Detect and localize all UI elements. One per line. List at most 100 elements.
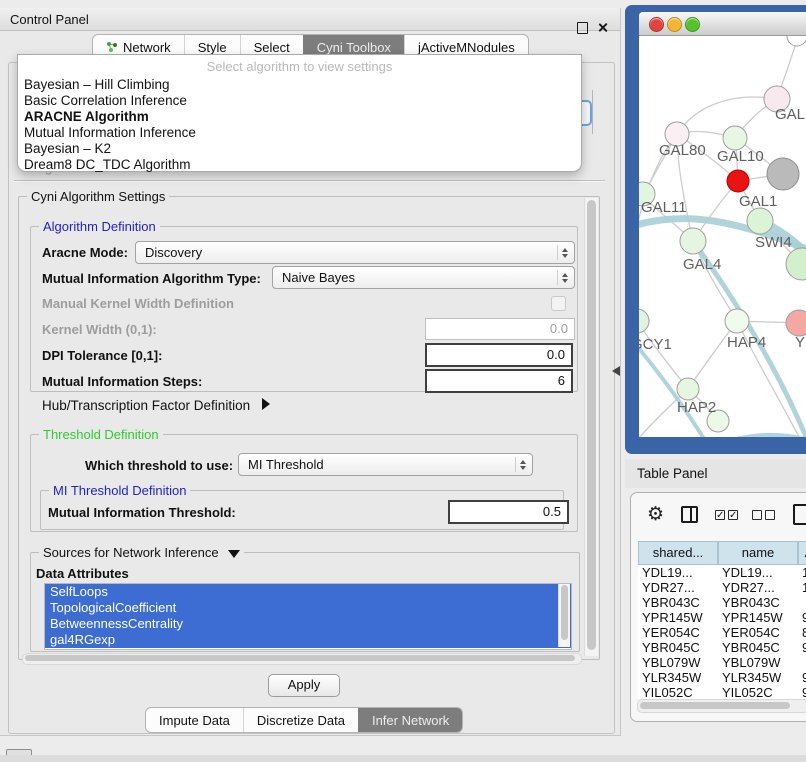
table-cell: YDR27...	[722, 580, 796, 595]
table-cell: YBR045C	[642, 640, 716, 655]
table-row[interactable]: YBR043CYBR043C	[638, 595, 806, 610]
node-swi4-right[interactable]	[786, 248, 806, 280]
table-cell: YBL079W	[722, 655, 796, 670]
settings-hscrollbar-thumb[interactable]	[25, 655, 575, 661]
tab-label: Cyni Toolbox	[317, 40, 391, 55]
node-gcy1[interactable]	[639, 309, 649, 333]
node-salmon[interactable]	[786, 310, 806, 336]
attribute-item-topologicalcoefficient[interactable]: TopologicalCoefficient	[45, 600, 571, 616]
tab-infer-network[interactable]: Infer Network	[358, 708, 462, 732]
gear-icon[interactable]: ⚙	[647, 505, 664, 524]
column-header-name[interactable]: name	[718, 541, 798, 565]
network-edge-highlight[interactable]	[679, 436, 806, 437]
algorithm-option-mutual-information-inference[interactable]: Mutual Information Inference	[18, 125, 581, 141]
algorithm-option-aracne-algorithm[interactable]: ARACNE Algorithm	[18, 109, 581, 125]
column-header-shared[interactable]: shared...	[638, 541, 718, 565]
node-top-right[interactable]	[787, 36, 806, 46]
node-hap4[interactable]	[725, 309, 749, 333]
manual-kernel-checkbox[interactable]	[551, 296, 566, 311]
table-row[interactable]: YDL19...YDL19...13	[638, 565, 806, 580]
algorithm-option-bayesian-hill-climbing[interactable]: Bayesian – Hill Climbing	[18, 77, 581, 93]
table-hscrollbar[interactable]	[637, 699, 806, 713]
node-red[interactable]	[727, 170, 749, 192]
network-edge[interactable]	[677, 134, 693, 241]
page-icon[interactable]	[793, 504, 806, 525]
table-hscrollbar-thumb[interactable]	[640, 702, 790, 709]
node-gal1[interactable]	[747, 208, 773, 234]
node-gal11[interactable]	[639, 182, 655, 206]
tab-impute-data[interactable]: Impute Data	[146, 708, 243, 732]
node-bottom[interactable]	[707, 410, 729, 432]
mi-threshold-field[interactable]: 0.5	[448, 500, 569, 524]
node-gray[interactable]	[767, 158, 799, 190]
algorithm-option-basic-correlation-inference[interactable]: Basic Correlation Inference	[18, 93, 581, 109]
mi-steps-field[interactable]: 6	[425, 369, 573, 393]
table-row[interactable]: YPR145WYPR145W9.	[638, 610, 806, 625]
table-rows[interactable]: YDL19...YDL19...13YDR27...YDR27...12YBR0…	[638, 565, 806, 699]
mi-steps-label: Mutual Information Steps:	[42, 374, 202, 389]
attributes-vscrollbar[interactable]	[558, 584, 570, 647]
algorithm-option-bayesian-k2[interactable]: Bayesian – K2	[18, 141, 581, 157]
network-view-window[interactable]: GALGAL80GAL10GAL1GAL11SWI4GAL4GCY1HAP4YH…	[625, 5, 806, 454]
table-row[interactable]: YLR345WYLR345W9.	[638, 670, 806, 685]
node-gal80[interactable]	[665, 122, 689, 146]
table-row[interactable]: YDR27...YDR27...12	[638, 580, 806, 595]
table-cell: YDL19...	[722, 565, 796, 580]
settings-vscrollbar[interactable]	[584, 198, 598, 656]
table-cell: YPR145W	[722, 610, 796, 625]
network-view-titlebar[interactable]	[639, 12, 806, 36]
dpi-tolerance-field[interactable]: 0.0	[425, 343, 573, 367]
attributes-vscrollbar-thumb[interactable]	[561, 585, 568, 640]
split-columns-icon[interactable]	[681, 506, 698, 523]
unchecked-box-icon	[765, 510, 775, 520]
close-icon[interactable]	[597, 22, 608, 33]
attribute-item-betweennesscentrality[interactable]: BetweennessCentrality	[45, 616, 571, 632]
tab-discretize-data[interactable]: Discretize Data	[243, 708, 358, 732]
table-cell: YPR145W	[642, 610, 716, 625]
attribute-item-selfloops[interactable]: SelfLoops	[45, 584, 571, 600]
node-gal10[interactable]	[723, 126, 747, 150]
kernel-width-field[interactable]: 0.0	[425, 318, 575, 340]
tab-label: jActiveMNodules	[418, 40, 515, 55]
minimize-traffic-light[interactable]	[667, 17, 682, 32]
algorithm-definition-title: Algorithm Definition	[39, 219, 160, 234]
sources-title[interactable]: Sources for Network Inference	[39, 545, 244, 560]
table-row[interactable]: YIL052CYIL052C9.	[638, 685, 806, 699]
select-all-checks-icon[interactable]: ✓ ✓	[715, 510, 738, 520]
collapse-down-icon	[228, 550, 240, 558]
settings-vscrollbar-thumb[interactable]	[587, 200, 596, 650]
settings-hscrollbar[interactable]	[22, 653, 582, 665]
network-edge[interactable]	[737, 321, 806, 437]
table-cell: YBR043C	[722, 595, 796, 610]
control-panel-title: Control Panel	[10, 12, 89, 27]
hub-definition-row[interactable]: Hub/Transcription Factor Definition	[42, 398, 270, 413]
network-edge[interactable]	[639, 134, 677, 281]
zoom-traffic-light[interactable]	[685, 17, 700, 32]
which-threshold-combo[interactable]: MI Threshold	[238, 453, 533, 476]
network-canvas[interactable]: GALGAL80GAL10GAL1GAL11SWI4GAL4GCY1HAP4YH…	[639, 36, 806, 437]
mi-type-value: Naive Bayes	[282, 270, 355, 285]
node-gal-partial[interactable]	[764, 86, 790, 112]
attributes-listbox[interactable]: SelfLoopsTopologicalCoefficientBetweenne…	[44, 583, 572, 650]
apply-button[interactable]: Apply	[268, 674, 340, 697]
mi-type-combo[interactable]: Naive Bayes	[272, 266, 575, 289]
close-traffic-light[interactable]	[649, 17, 664, 32]
table-row[interactable]: YBR045CYBR045C9.	[638, 640, 806, 655]
aracne-mode-combo[interactable]: Discovery	[135, 241, 575, 264]
table-cell: YLR345W	[642, 670, 716, 685]
algorithm-option-dream8-dc-tdc-algorithm[interactable]: Dream8 DC_TDC Algorithm	[18, 157, 581, 173]
screen: Control Panel NetworkStyleSelectCyni Too…	[0, 0, 806, 762]
attribute-item-gal4rgexp[interactable]: gal4RGexp	[45, 632, 571, 648]
table-row[interactable]: YBL079WYBL079W	[638, 655, 806, 670]
table-cell	[802, 595, 806, 610]
node-hap2[interactable]	[677, 378, 699, 400]
deselect-all-checks-icon[interactable]	[752, 510, 775, 520]
algorithm-combo-placeholder[interactable]: Select algorithm to view settings	[18, 59, 581, 74]
table-row[interactable]: YER054CYER054C8.	[638, 625, 806, 640]
column-header-a[interactable]: A	[798, 541, 806, 565]
table-panel-window: ⚙ ✓ ✓ shared...nameA YDL19...YDL19...13Y…	[630, 492, 806, 722]
node-gal4[interactable]	[680, 228, 706, 254]
network-edge[interactable]	[688, 321, 737, 389]
hub-definition-label: Hub/Transcription Factor Definition	[42, 398, 250, 413]
float-icon[interactable]	[577, 22, 588, 34]
